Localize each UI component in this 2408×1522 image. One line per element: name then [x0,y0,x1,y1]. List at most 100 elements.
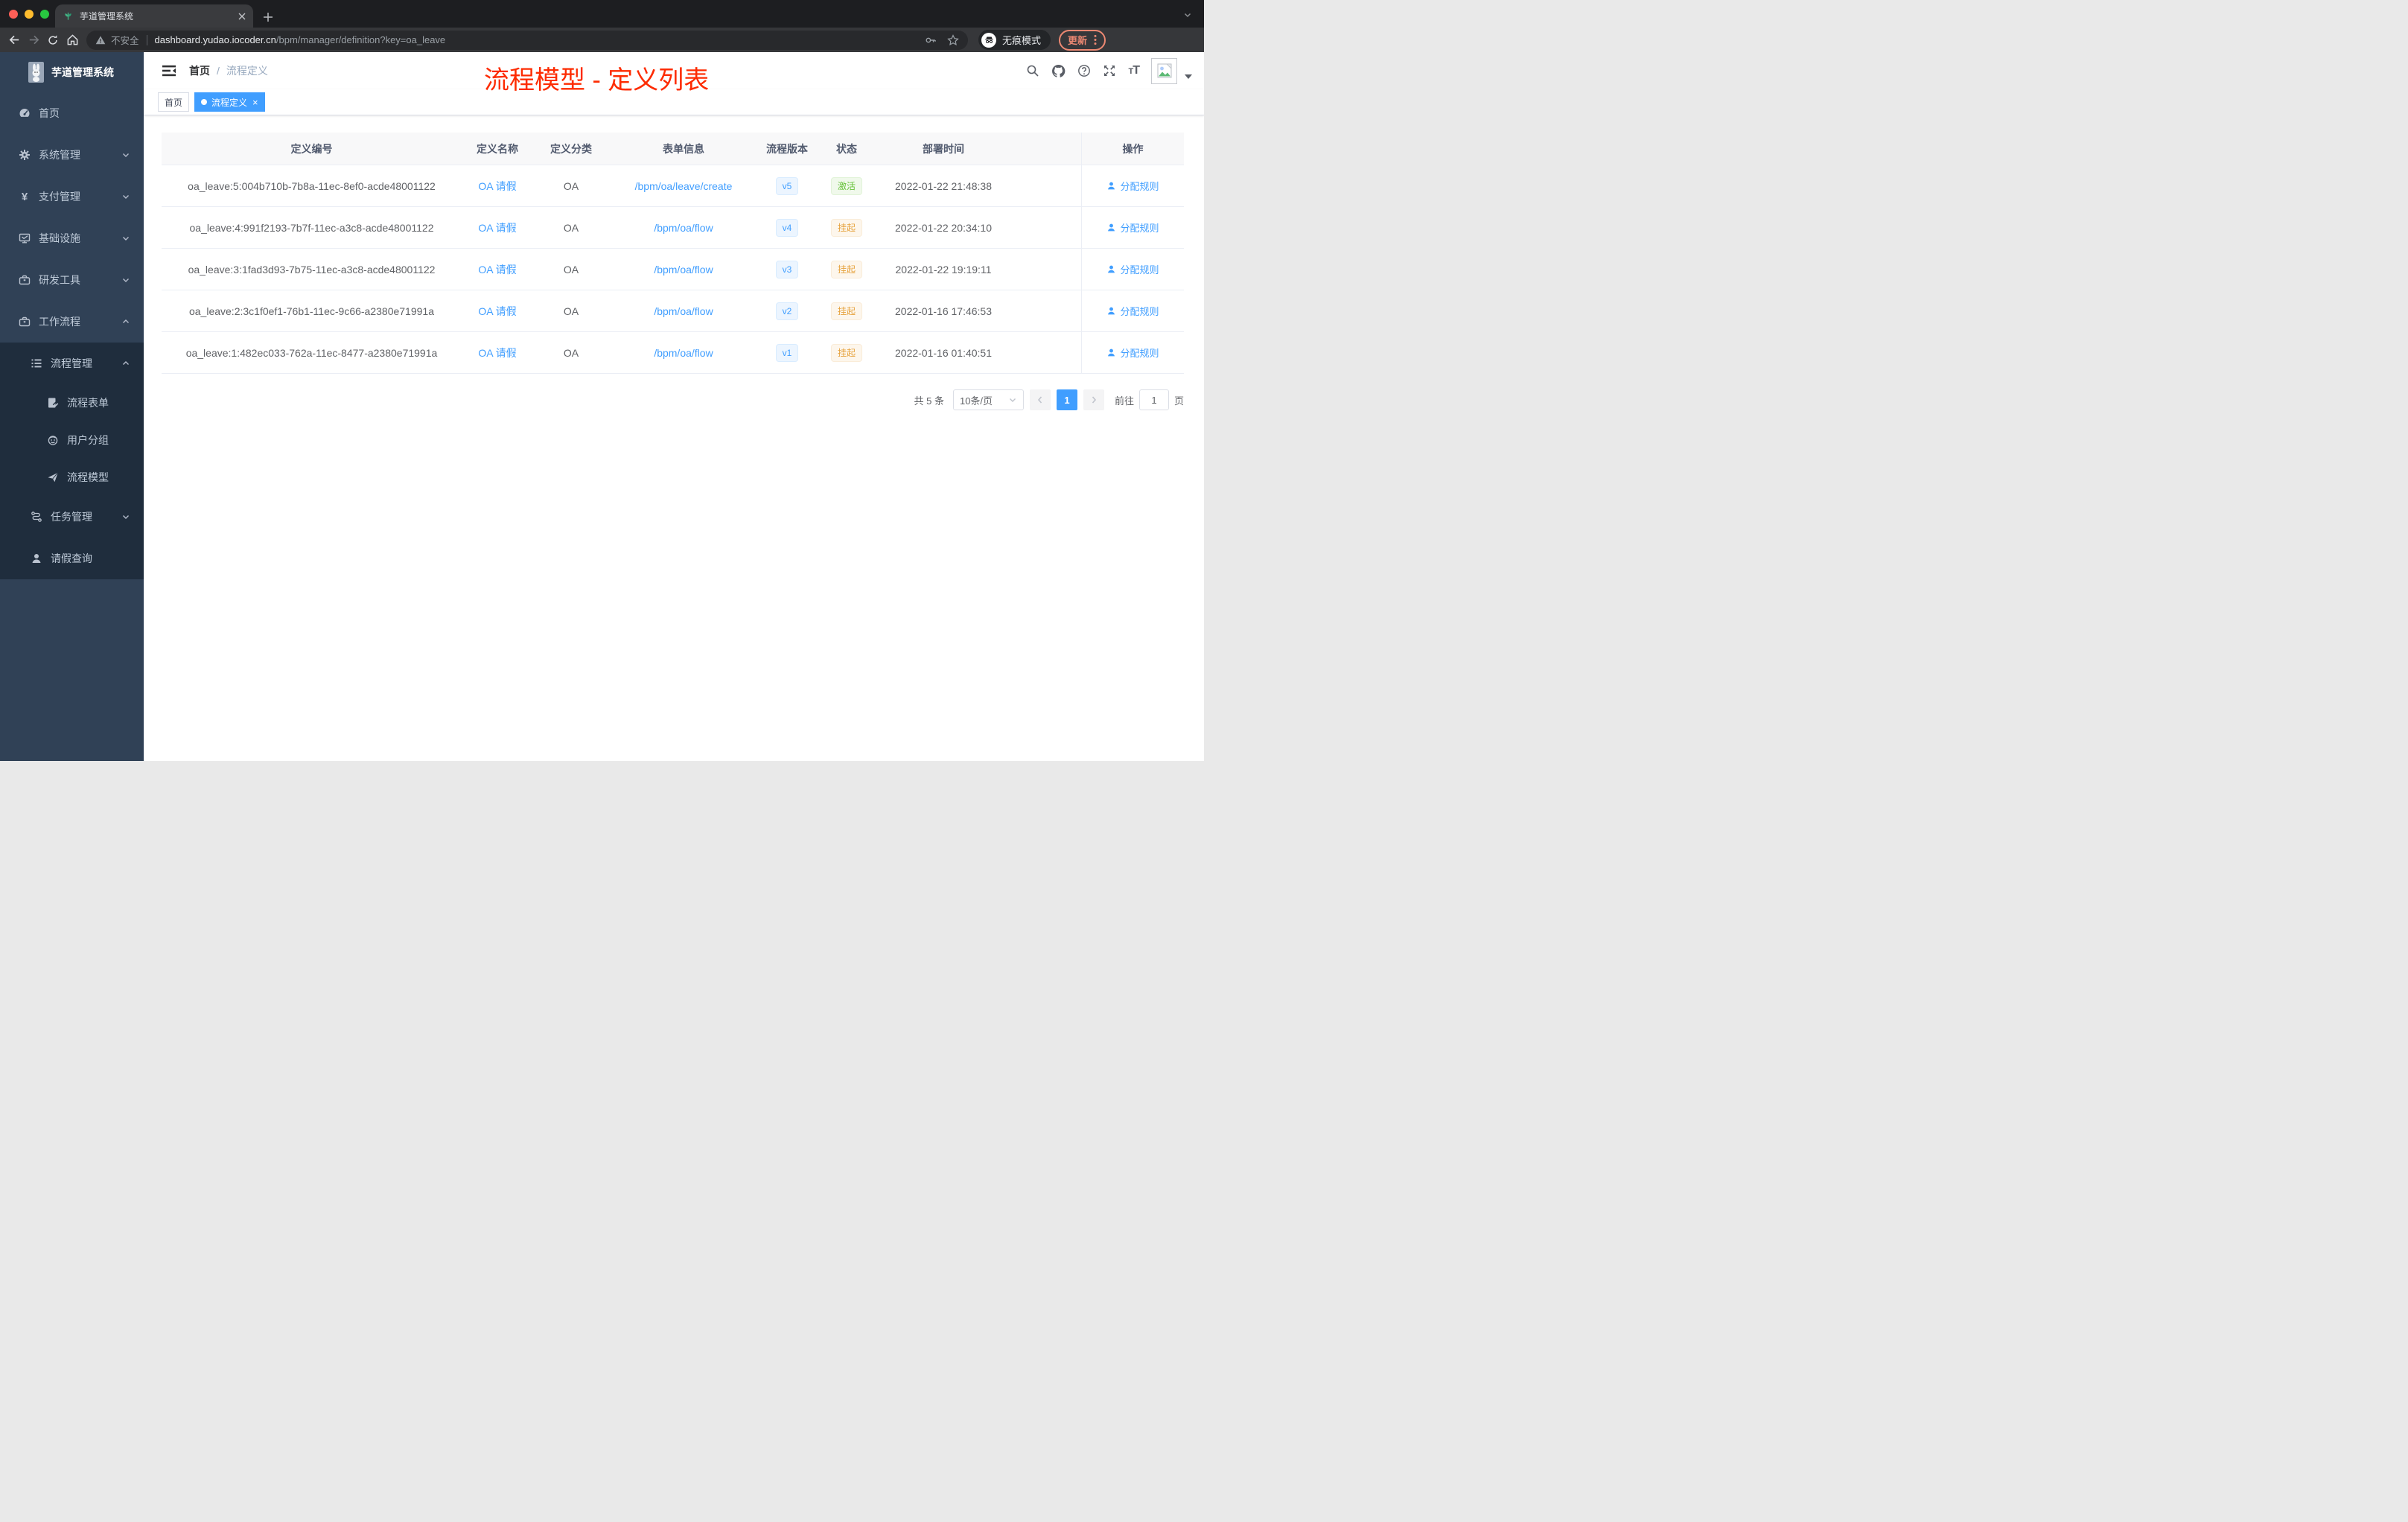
page-size-select[interactable]: 10条/页 [952,389,1024,410]
tab-close-icon[interactable] [238,13,246,20]
update-button[interactable]: 更新 [1059,29,1106,51]
goto-page-input[interactable] [1138,389,1169,410]
browser-window: 芋道管理系统 不安全 dashboard.yudao.iocoder.cn/bp… [0,0,1204,761]
tag-process-definition[interactable]: 流程定义 × [194,92,265,112]
assign-rule-link[interactable]: 分配规则 [1081,290,1184,331]
definition-name-link[interactable]: OA 请假 [462,290,533,331]
sidebar-item-process-form[interactable]: 流程表单 [0,384,144,421]
definition-name-link[interactable]: OA 请假 [462,332,533,373]
status-badge: 挂起 [816,332,877,373]
update-label: 更新 [1068,35,1088,46]
favicon-sprout-icon [63,10,74,22]
search-icon[interactable] [1026,64,1039,77]
assign-rule-link[interactable]: 分配规则 [1081,249,1184,290]
sidebar-item-label: 首页 [39,107,60,119]
url-bar[interactable]: 不安全 dashboard.yudao.iocoder.cn/bpm/manag… [86,30,968,50]
browser-toolbar: 不安全 dashboard.yudao.iocoder.cn/bpm/manag… [0,28,1204,52]
close-window-button[interactable] [9,10,18,19]
menu-dots-icon[interactable] [1094,34,1097,45]
prev-page-button[interactable] [1029,389,1051,410]
security-label: 不安全 [111,36,139,46]
sidebar-item-label: 系统管理 [39,149,80,161]
help-icon[interactable] [1077,64,1091,77]
deploy-time: 2022-01-22 19:19:11 [895,263,992,276]
definition-id: oa_leave:5:004b710b-7b8a-11ec-8ef0-acde4… [188,179,436,192]
column-header-5: 流程版本 [766,142,808,155]
assign-rule-link[interactable]: 分配规则 [1081,165,1184,206]
definition-name-link[interactable]: OA 请假 [462,249,533,290]
assign-rule-link[interactable]: 分配规则 [1081,207,1184,248]
column-header-3: 定义分类 [550,142,592,155]
logo-avatar [28,62,44,83]
total-count: 共 5 条 [914,395,944,407]
sidebar-item-label: 流程模型 [67,471,109,483]
select-chevron-down-icon [1008,395,1017,404]
font-size-icon[interactable]: TT [1128,64,1139,77]
deploy-time: 2022-01-22 20:34:10 [895,221,992,234]
list-icon [31,357,42,369]
reload-icon[interactable] [43,31,63,50]
definition-name-link[interactable]: OA 请假 [462,165,533,206]
form-link[interactable]: /bpm/oa/flow [609,249,758,290]
definition-name-link[interactable]: OA 请假 [462,207,533,248]
table-body: oa_leave:5:004b710b-7b8a-11ec-8ef0-acde4… [162,165,1184,374]
form-link[interactable]: /bpm/oa/flow [609,290,758,331]
sidebar-item-process-model[interactable]: 流程模型 [0,459,144,496]
browser-tab[interactable]: 芋道管理系统 [55,4,253,28]
monitor-icon [19,232,31,244]
version-badge: v2 [758,290,816,331]
breadcrumb-separator: / [217,65,220,77]
filler-cell [1010,249,1081,290]
user-icon [1106,223,1116,232]
tag-close-icon[interactable]: × [252,98,258,107]
sidebar-item-label: 支付管理 [39,191,80,203]
goto-suffix: 页 [1173,395,1184,407]
zoom-window-button[interactable] [40,10,49,19]
sidebar-item-label: 任务管理 [51,511,92,523]
page-size-value: 10条/页 [959,395,993,407]
sidebar-item-dev-tools[interactable]: 研发工具 [0,259,144,301]
breadcrumb-home[interactable]: 首页 [189,63,210,78]
table-row: oa_leave:2:3c1f0ef1-76b1-11ec-9c66-a2380… [162,290,1184,332]
tab-title: 芋道管理系统 [80,11,134,22]
minimize-window-button[interactable] [25,10,34,19]
tag-home[interactable]: 首页 [158,92,190,112]
sidebar-item-workflow[interactable]: 工作流程 [0,301,144,343]
new-tab-button[interactable] [263,12,273,22]
home-icon[interactable] [63,31,82,50]
security-warning-icon [95,35,106,45]
definition-id: oa_leave:3:1fad3d93-7b75-11ec-a3c8-acde4… [188,263,436,276]
next-page-button[interactable] [1083,389,1104,410]
column-header-filler [1010,133,1081,165]
robot-icon [47,434,59,446]
sidebar-item-home[interactable]: 首页 [0,92,144,134]
assign-rule-link[interactable]: 分配规则 [1081,332,1184,373]
form-link[interactable]: /bpm/oa/flow [609,207,758,248]
avatar[interactable] [1151,57,1177,84]
sidebar-item-process-management[interactable]: 流程管理 [0,343,144,384]
fullscreen-icon[interactable] [1103,64,1116,77]
back-icon[interactable] [4,31,24,50]
tag-label: 首页 [165,97,183,108]
form-link[interactable]: /bpm/oa/flow [609,332,758,373]
key-icon[interactable] [925,34,937,46]
sidebar-item-infrastructure[interactable]: 基础设施 [0,217,144,259]
sidebar-collapse-icon[interactable] [162,63,176,78]
table-row: oa_leave:5:004b710b-7b8a-11ec-8ef0-acde4… [162,165,1184,207]
sidebar-item-user-group[interactable]: 用户分组 [0,421,144,459]
form-link[interactable]: /bpm/oa/leave/create [609,165,758,206]
github-icon[interactable] [1051,64,1066,78]
chevron-down-icon [121,234,130,243]
toolbox-icon [19,274,31,286]
page-number-button[interactable]: 1 [1056,389,1077,410]
caret-down-icon[interactable] [1185,69,1192,83]
sidebar-item-leave-query[interactable]: 请假查询 [0,538,144,579]
logo-title: 芋道管理系统 [51,66,114,78]
forward-icon[interactable] [24,31,43,50]
logo: 芋道管理系统 [0,52,144,92]
sidebar-item-payment[interactable]: ¥ 支付管理 [0,176,144,217]
bookmark-star-icon[interactable] [947,34,959,46]
tab-strip-chevron-down-icon[interactable] [1183,10,1192,23]
sidebar-item-task-management[interactable]: 任务管理 [0,496,144,538]
sidebar-item-system[interactable]: 系统管理 [0,134,144,176]
